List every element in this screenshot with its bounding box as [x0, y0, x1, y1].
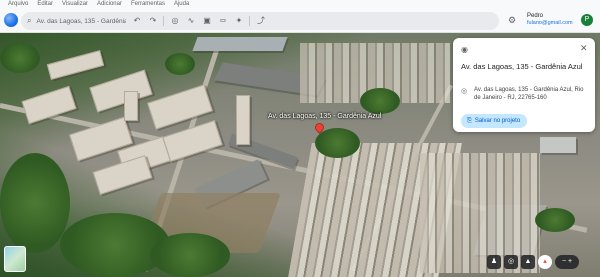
warehouse-roof	[540, 137, 576, 153]
toolbar-divider	[249, 16, 251, 26]
zoom-control[interactable]: − +	[555, 255, 579, 269]
menu-file[interactable]: Arquivo	[8, 0, 28, 9]
save-to-project-label: Salvar no projeto	[474, 118, 521, 124]
apartment-block	[89, 69, 153, 113]
place-title: Av. das Lagoas, 135 - Gardênia Azul	[461, 62, 583, 71]
share-icon[interactable]: ⤴	[255, 12, 266, 30]
menu-help[interactable]: Ajuda	[174, 0, 189, 9]
compass-icon[interactable]: ▴	[538, 255, 552, 269]
place-address: Av. das Lagoas, 135 - Gardênia Azul, Rio…	[474, 87, 584, 101]
menu-tools[interactable]: Ferramentas	[131, 0, 165, 9]
placemark-icon[interactable]: ◎	[169, 12, 180, 30]
toolbar-divider	[163, 16, 165, 26]
pegman-icon[interactable]: ♟	[487, 255, 501, 269]
menu-edit[interactable]: Editar	[37, 0, 53, 9]
tree-cluster	[535, 208, 575, 232]
redo-icon[interactable]: ↷	[147, 12, 158, 30]
save-to-project-button[interactable]: ⎘ Salvar no projeto	[461, 114, 528, 128]
account-email: fulano@gmail.com	[527, 20, 573, 26]
warehouse-roof	[192, 37, 288, 51]
toolbar: ⌕ ↶ ↷ ◎ ∿ ▣ ▭ ✦ ⤴ ⚙ Pedro fulano@gmail.c…	[0, 9, 600, 33]
placemark-icon: ◉	[461, 45, 468, 54]
photo-icon[interactable]: ▣	[201, 12, 212, 30]
tree-cluster	[360, 88, 400, 114]
tree-cluster	[0, 43, 40, 73]
location-icon: ◎	[461, 88, 468, 95]
tree-cluster	[150, 233, 230, 277]
bookmark-icon: ⎘	[467, 118, 472, 124]
apartment-block	[46, 50, 105, 80]
search-icon[interactable]: ⌕	[27, 12, 31, 30]
account-name: Pedro	[527, 13, 544, 19]
avatar[interactable]: P	[581, 14, 593, 26]
apartment-block	[162, 120, 223, 162]
map-controls: ♟ ◎ ▲ ▴ − +	[487, 255, 579, 271]
apartment-block	[92, 155, 153, 195]
feature-icon[interactable]: ✦	[233, 12, 244, 30]
tree-cluster	[315, 128, 360, 158]
kml-icon[interactable]: ▭	[217, 12, 228, 30]
place-info-card: ◉ ✕ Av. das Lagoas, 135 - Gardênia Azul …	[453, 38, 595, 132]
path-icon[interactable]: ∿	[185, 12, 196, 30]
place-label: Av. das Lagoas, 135 - Gardênia Azul	[268, 113, 382, 120]
tilt-3d-icon[interactable]: ▲	[521, 255, 535, 269]
apartment-tower	[236, 95, 250, 145]
earth-logo-icon[interactable]	[4, 13, 18, 27]
account-info[interactable]: Pedro fulano@gmail.com	[527, 13, 573, 27]
gear-icon[interactable]: ⚙	[508, 15, 516, 26]
globe-icon[interactable]: ◎	[504, 255, 518, 269]
search-box: ⌕ ↶ ↷ ◎ ∿ ▣ ▭ ✦ ⤴	[21, 12, 499, 30]
search-input[interactable]	[36, 17, 127, 25]
menu-bar: Arquivo Editar Visualizar Adicionar Ferr…	[0, 0, 600, 9]
undo-icon[interactable]: ↶	[131, 12, 142, 30]
menu-view[interactable]: Visualizar	[62, 0, 88, 9]
menu-add[interactable]: Adicionar	[97, 0, 122, 9]
tree-cluster	[0, 153, 70, 253]
close-icon[interactable]: ✕	[580, 43, 588, 54]
map-style-button[interactable]	[4, 246, 26, 272]
apartment-tower	[124, 91, 138, 121]
tree-cluster	[165, 53, 195, 75]
